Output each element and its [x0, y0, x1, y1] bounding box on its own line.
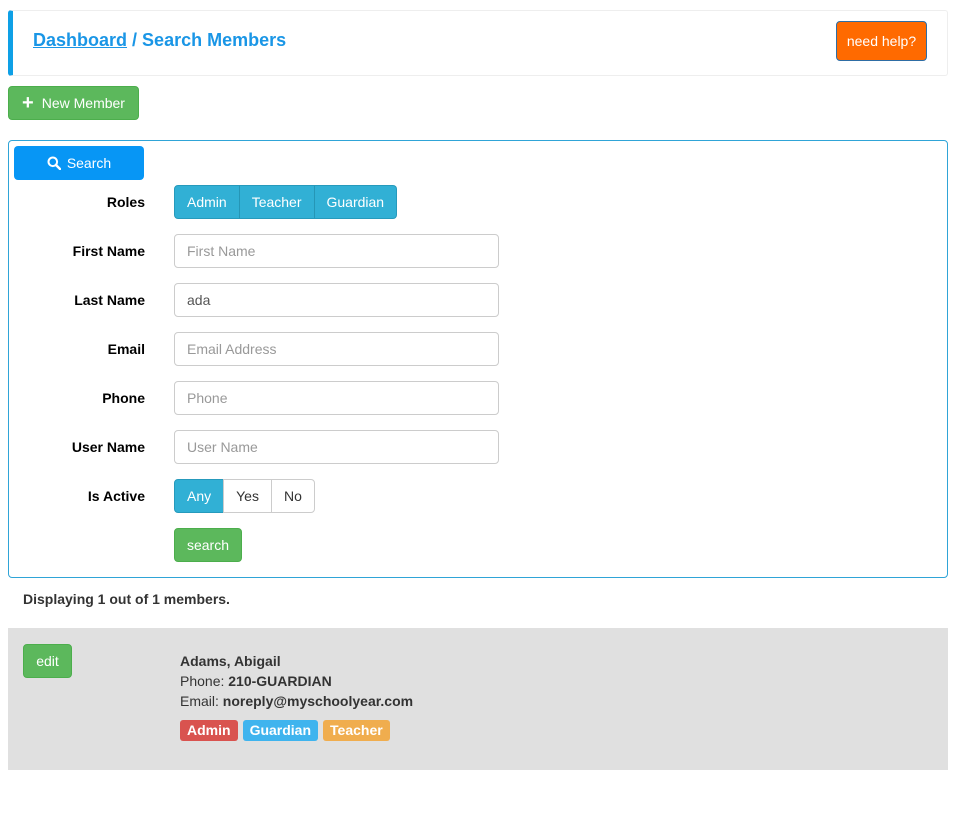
last-name-label: Last Name	[74, 292, 145, 308]
user-name-row: User Name	[9, 430, 949, 464]
role-teacher-button[interactable]: Teacher	[238, 185, 315, 219]
role-admin-button[interactable]: Admin	[174, 185, 240, 219]
user-name-input[interactable]	[174, 430, 499, 464]
submit-row: search	[9, 528, 949, 562]
phone-input[interactable]	[174, 381, 499, 415]
first-name-label: First Name	[72, 243, 145, 259]
is-active-any-button[interactable]: Any	[174, 479, 225, 513]
member-info: Adams, Abigail Phone: 210-GUARDIAN Email…	[180, 651, 413, 741]
new-member-label: New Member	[41, 95, 125, 111]
need-help-button[interactable]: need help?	[836, 21, 927, 61]
is-active-yes-button[interactable]: Yes	[223, 479, 272, 513]
first-name-input[interactable]	[174, 234, 499, 268]
member-phone-value: 210-GUARDIAN	[228, 673, 332, 689]
phone-label: Phone	[102, 390, 145, 406]
email-label: Email	[107, 341, 145, 357]
role-guardian-button[interactable]: Guardian	[313, 185, 398, 219]
email-row: Email	[9, 332, 949, 366]
breadcrumb-dashboard-link[interactable]: Dashboard	[33, 30, 127, 50]
search-panel: Search Roles Admin Teacher Guardian Firs…	[8, 140, 948, 578]
member-email: Email: noreply@myschoolyear.com	[180, 691, 413, 711]
role-badge-teacher: Teacher	[323, 720, 390, 741]
search-tab-label: Search	[66, 155, 112, 171]
breadcrumb: Dashboard / Search Members	[33, 30, 286, 51]
search-submit-button[interactable]: search	[174, 528, 242, 562]
first-name-row: First Name	[9, 234, 949, 268]
breadcrumb-separator: /	[127, 30, 143, 50]
member-result-card: edit Adams, Abigail Phone: 210-GUARDIAN …	[8, 628, 948, 770]
plus-icon: +	[22, 92, 34, 114]
phone-row: Phone	[9, 381, 949, 415]
search-tab[interactable]: Search	[14, 146, 144, 180]
new-member-button[interactable]: + New Member	[8, 86, 139, 120]
member-role-badges: Admin Guardian Teacher	[180, 720, 413, 741]
role-badge-guardian: Guardian	[242, 720, 319, 741]
roles-row: Roles Admin Teacher Guardian	[9, 185, 949, 219]
page-header: Dashboard / Search Members need help?	[8, 10, 948, 76]
member-email-value: noreply@myschoolyear.com	[222, 693, 414, 709]
is-active-label: Is Active	[87, 488, 145, 504]
roles-label: Roles	[106, 194, 145, 210]
member-phone: Phone: 210-GUARDIAN	[180, 671, 413, 691]
is-active-button-group: Any Yes No	[174, 479, 315, 513]
is-active-no-button[interactable]: No	[270, 479, 315, 513]
role-badge-admin: Admin	[180, 720, 238, 741]
member-phone-label: Phone:	[180, 673, 229, 689]
page-title: Search Members	[142, 30, 287, 50]
email-input[interactable]	[174, 332, 499, 366]
last-name-input[interactable]	[174, 283, 499, 317]
user-name-label: User Name	[71, 439, 145, 455]
search-icon	[47, 156, 61, 170]
last-name-row: Last Name	[9, 283, 949, 317]
member-email-label: Email:	[180, 693, 223, 709]
roles-button-group: Admin Teacher Guardian	[174, 185, 398, 219]
result-count: Displaying 1 out of 1 members.	[23, 591, 230, 607]
is-active-row: Is Active Any Yes No	[9, 479, 949, 513]
member-name: Adams, Abigail	[180, 653, 281, 669]
edit-member-button[interactable]: edit	[23, 644, 72, 678]
